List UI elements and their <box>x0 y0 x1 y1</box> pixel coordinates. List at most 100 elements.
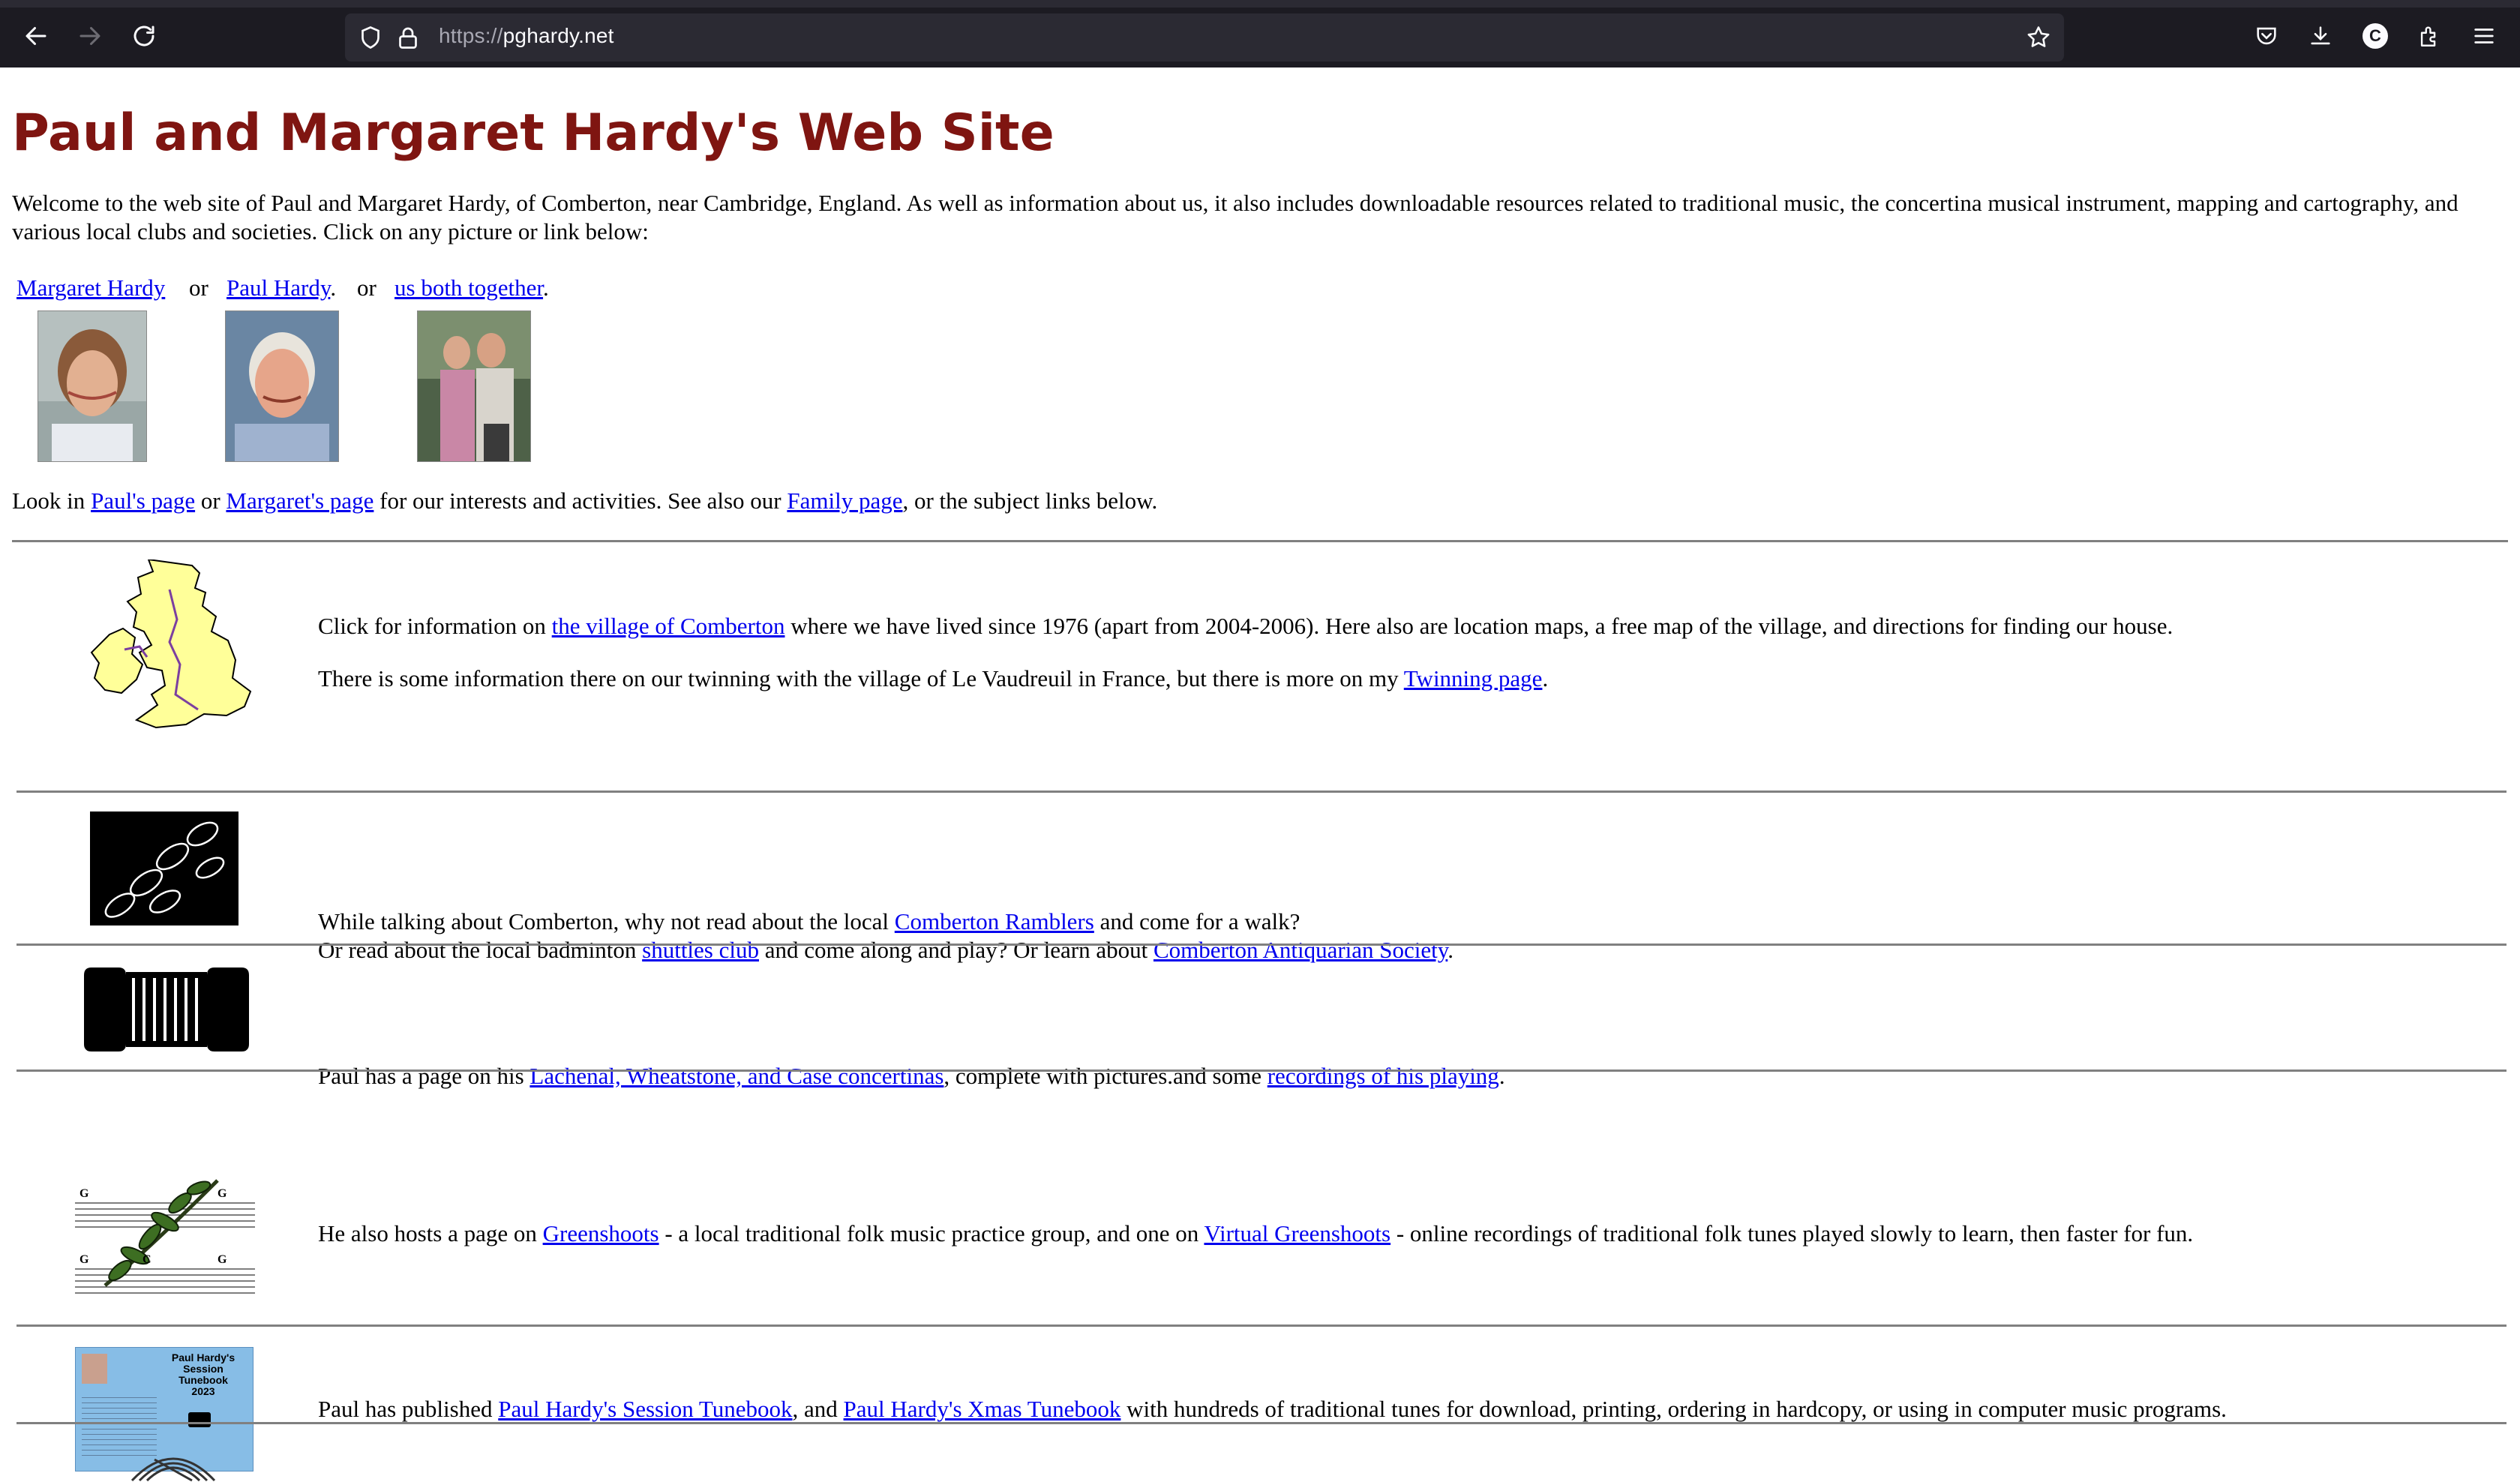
xmas-tunebook-link[interactable]: Paul Hardy's Xmas Tunebook <box>844 1396 1121 1422</box>
comberton-line-2: There is some information there on our t… <box>318 664 1548 693</box>
pocket-icon <box>2257 27 2276 45</box>
uk-map-image[interactable] <box>80 560 260 770</box>
look-text: or <box>195 488 226 514</box>
svg-text:G: G <box>218 1187 227 1200</box>
session-tunebook-link[interactable]: Paul Hardy's Session Tunebook <box>498 1396 792 1422</box>
margaret-hardy-link[interactable]: Margaret Hardy <box>16 274 165 301</box>
row-text: and come for a walk? <box>1094 908 1300 934</box>
recordings-link[interactable]: recordings of his playing <box>1268 1063 1499 1089</box>
pauls-page-link[interactable]: Paul's page <box>91 488 195 514</box>
ramblers-line-1: While talking about Comberton, why not r… <box>318 908 1300 936</box>
tunebook-cover-photo <box>82 1354 107 1384</box>
divider <box>16 1324 2506 1327</box>
row-text: He also hosts a page on <box>318 1220 543 1246</box>
comberton-line-1: Click for information on the village of … <box>318 612 2173 640</box>
paul-photo[interactable] <box>225 310 339 462</box>
account-button[interactable]: C <box>2357 18 2393 54</box>
divider <box>16 790 2506 793</box>
menu-icon <box>2474 28 2494 44</box>
footprints-image[interactable] <box>90 812 238 926</box>
row-text: where we have lived since 1976 (apart fr… <box>784 613 2174 639</box>
pocket-button[interactable] <box>2248 18 2284 54</box>
cover-line: 2023 <box>191 1385 215 1397</box>
concertina-image[interactable] <box>80 964 254 1054</box>
url-text[interactable]: https://pghardy.net <box>439 24 614 48</box>
look-text: , or the subject links below. <box>902 488 1158 514</box>
virtual-greenshoots-link[interactable]: Virtual Greenshoots <box>1204 1220 1390 1246</box>
tunebook-cover-title: Paul Hardy's Session Tunebook 2023 <box>158 1352 248 1397</box>
shuttles-club-link[interactable]: shuttles club <box>642 937 759 963</box>
row-text: and come along and play? Or learn about <box>759 937 1154 963</box>
greenshoots-link[interactable]: Greenshoots <box>543 1220 659 1246</box>
svg-text:G: G <box>80 1187 89 1200</box>
couple-photo[interactable] <box>417 310 531 462</box>
divider <box>16 1422 2506 1424</box>
row-text: with hundreds of traditional tunes for d… <box>1120 1396 2227 1422</box>
svg-text:G: G <box>80 1253 89 1266</box>
divider <box>16 944 2506 946</box>
margarets-page-link[interactable]: Margaret's page <box>226 488 374 514</box>
period: . <box>330 274 337 301</box>
cover-concertina-icon <box>188 1412 211 1427</box>
extensions-button[interactable] <box>2411 18 2447 54</box>
greenshoots-line: He also hosts a page on Greenshoots - a … <box>318 1220 2193 1248</box>
margaret-photo[interactable] <box>38 310 147 462</box>
look-text: for our interests and activities. See al… <box>374 488 788 514</box>
download-icon <box>2311 26 2330 45</box>
row-text: . <box>1542 665 1549 692</box>
ramblers-line-2: Or read about the local badminton shuttl… <box>318 936 1454 964</box>
row-text: Paul has published <box>318 1396 499 1422</box>
row-text: - a local traditional folk music practic… <box>658 1220 1204 1246</box>
row-text: Paul has a page on his <box>318 1063 530 1089</box>
divider <box>16 1070 2506 1072</box>
reload-button[interactable] <box>126 18 162 54</box>
row-text: There is some information there on our t… <box>318 665 1404 692</box>
forward-arrow-icon <box>80 27 100 45</box>
back-arrow-icon <box>26 27 46 45</box>
twinning-page-link[interactable]: Twinning page <box>1404 665 1543 692</box>
cover-line: Session <box>183 1363 224 1375</box>
comberton-ramblers-link[interactable]: Comberton Ramblers <box>895 908 1094 934</box>
look-paragraph: Look in Paul's page or Margaret's page f… <box>12 488 1157 514</box>
url-host: pghardy.net <box>502 24 614 47</box>
village-of-comberton-link[interactable]: the village of Comberton <box>552 613 785 639</box>
tunebook-line: Paul has published Paul Hardy's Session … <box>318 1395 2227 1424</box>
paul-hardy-link[interactable]: Paul Hardy <box>226 274 330 301</box>
concertinas-link[interactable]: Lachenal, Wheatstone, and Case concertin… <box>530 1063 944 1089</box>
row-text: . <box>1498 1063 1505 1089</box>
browser-toolbar: https://pghardy.net C <box>0 0 2520 68</box>
downloads-button[interactable] <box>2302 18 2338 54</box>
star-icon[interactable] <box>2025 24 2052 51</box>
partial-next-image[interactable] <box>124 1444 222 1482</box>
avatar: C <box>2362 23 2388 49</box>
lock-icon[interactable] <box>394 24 422 51</box>
period: . <box>543 274 549 301</box>
page-title: Paul and Margaret Hardy's Web Site <box>12 104 1054 163</box>
svg-text:G: G <box>218 1253 227 1266</box>
people-links: Margaret Hardy <box>16 274 165 302</box>
cover-line: Paul Hardy's <box>171 1352 236 1364</box>
address-bar[interactable]: https://pghardy.net <box>345 14 2064 62</box>
intro-paragraph: Welcome to the web site of Paul and Marg… <box>12 190 2458 244</box>
row-text: - online recordings of traditional folk … <box>1390 1220 2194 1246</box>
family-page-link[interactable]: Family page <box>787 488 902 514</box>
shield-icon[interactable] <box>357 24 384 51</box>
app-menu-button[interactable] <box>2466 18 2502 54</box>
row-text: , and <box>792 1396 844 1422</box>
us-both-together-link[interactable]: us both together <box>394 274 543 301</box>
forward-button[interactable] <box>72 18 108 54</box>
reload-icon <box>134 26 154 46</box>
row-text: , complete with pictures.and some <box>944 1063 1268 1089</box>
comberton-antiquarian-society-link[interactable]: Comberton Antiquarian Society <box>1154 937 1448 963</box>
row-text: . <box>1448 937 1454 963</box>
extensions-icon <box>2420 26 2436 46</box>
back-button[interactable] <box>18 18 54 54</box>
look-text: Look in <box>12 488 92 514</box>
greenshoots-image[interactable]: G G G C G <box>75 1173 255 1304</box>
cover-line: Tunebook <box>178 1374 228 1386</box>
tab-strip-edge <box>0 0 2520 8</box>
concertina-line: Paul has a page on his Lachenal, Wheatst… <box>318 1062 1505 1090</box>
row-text: Or read about the local badminton <box>318 937 643 963</box>
divider <box>12 540 2508 542</box>
url-scheme: https:// <box>439 24 503 47</box>
